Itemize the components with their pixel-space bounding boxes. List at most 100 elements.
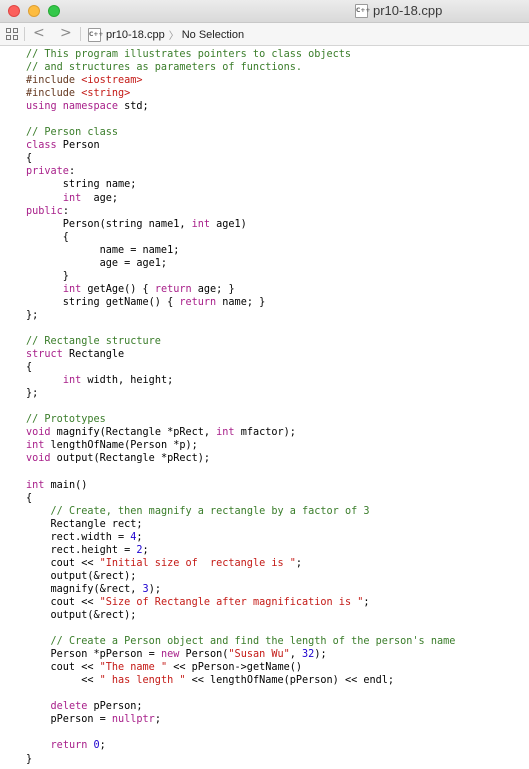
code-line[interactable] — [26, 322, 455, 335]
close-window-button[interactable] — [8, 5, 20, 17]
code-line[interactable]: #include <iostream> — [26, 74, 455, 87]
code-token: // Person class — [26, 127, 119, 139]
code-line[interactable]: delete pPerson; — [26, 700, 455, 713]
code-line[interactable]: // and structures as parameters of funct… — [26, 61, 455, 74]
code-token: }; — [26, 388, 39, 400]
code-line[interactable]: Person *pPerson = new Person("Susan Wu",… — [26, 648, 455, 661]
code-token: <string> — [81, 88, 131, 100]
code-line[interactable]: rect.width = 4; — [26, 531, 455, 544]
code-token: name = name1; — [26, 244, 180, 256]
code-line[interactable]: { — [26, 152, 455, 165]
related-items-grid-icon[interactable] — [6, 28, 18, 40]
code-line[interactable]: << " has length " << lengthOfName(pPerso… — [26, 674, 455, 687]
code-line[interactable] — [26, 466, 455, 479]
code-line[interactable]: magnify(&rect, 3); — [26, 583, 455, 596]
code-line[interactable]: int getAge() { return age; } — [26, 283, 455, 296]
code-line[interactable]: } — [26, 753, 455, 766]
code-line[interactable]: name = name1; — [26, 244, 455, 257]
toolbar-divider — [80, 27, 81, 41]
code-token: rect.width = — [26, 531, 131, 543]
forward-chevron-icon[interactable]: > — [60, 25, 72, 41]
code-token: pPerson; — [87, 701, 143, 713]
jump-bar: < > C++ pr10-18.cpp 〉 No Selection — [0, 23, 529, 46]
code-token: ; — [142, 544, 149, 556]
code-line[interactable] — [26, 113, 455, 126]
code-token: }; — [26, 309, 39, 321]
code-token: age = age1; — [26, 257, 168, 269]
code-line[interactable]: #include <string> — [26, 87, 455, 100]
code-line[interactable]: return 0; — [26, 739, 455, 752]
code-line[interactable]: Person(string name1, int age1) — [26, 218, 455, 231]
code-token: using namespace — [26, 101, 119, 113]
code-line[interactable]: }; — [26, 309, 455, 322]
code-token: name; } — [216, 296, 266, 308]
code-line[interactable]: { — [26, 231, 455, 244]
code-token: getAge() { — [81, 283, 155, 295]
code-token: output(&rect); — [26, 610, 137, 622]
code-token: cout << — [26, 596, 100, 608]
code-line[interactable]: Rectangle rect; — [26, 518, 455, 531]
code-line[interactable]: // This program illustrates pointers to … — [26, 48, 455, 61]
code-token: { — [26, 231, 69, 243]
back-chevron-icon[interactable]: < — [33, 25, 45, 41]
code-line[interactable]: cout << "Size of Rectangle after magnifi… — [26, 596, 455, 609]
code-line[interactable]: // Prototypes — [26, 413, 455, 426]
code-line[interactable]: string getName() { return name; } — [26, 296, 455, 309]
code-line[interactable]: }; — [26, 387, 455, 400]
code-line[interactable]: } — [26, 270, 455, 283]
code-token: int — [26, 440, 45, 452]
code-line[interactable]: int lengthOfName(Person *p); — [26, 439, 455, 452]
breadcrumb-file[interactable]: pr10-18.cpp — [106, 29, 165, 41]
code-token: { — [26, 362, 33, 374]
code-token: // Rectangle structure — [26, 336, 161, 348]
code-token: return — [50, 740, 88, 752]
code-editor[interactable]: // This program illustrates pointers to … — [26, 48, 455, 766]
code-token: void — [26, 427, 51, 439]
code-line[interactable]: void output(Rectangle *pRect); — [26, 452, 455, 465]
code-line[interactable]: int age; — [26, 192, 455, 205]
code-token: magnify(Rectangle *pRect, — [50, 427, 217, 439]
code-line[interactable]: // Create a Person object and find the l… — [26, 635, 456, 648]
code-token: "Susan Wu" — [228, 649, 290, 661]
code-token: "Size of Rectangle after magnification i… — [99, 596, 364, 608]
code-line[interactable]: int main() — [26, 479, 455, 492]
code-token: ; — [363, 596, 370, 608]
minimize-window-button[interactable] — [28, 5, 40, 17]
code-token: struct — [26, 349, 63, 361]
code-line[interactable]: // Rectangle structure — [26, 335, 455, 348]
code-line[interactable]: string name; — [26, 178, 455, 191]
code-line[interactable]: output(&rect); — [26, 570, 455, 583]
breadcrumb-selection[interactable]: No Selection — [182, 29, 244, 41]
code-line[interactable]: output(&rect); — [26, 609, 455, 622]
code-line[interactable]: public: — [26, 205, 455, 218]
zoom-window-button[interactable] — [48, 5, 60, 17]
code-line[interactable]: cout << "The name " << pPerson->getName(… — [26, 661, 455, 674]
code-line[interactable]: int width, height; — [26, 374, 455, 387]
code-line[interactable]: cout << "Initial size of rectangle is "; — [26, 557, 455, 570]
code-line[interactable]: age = age1; — [26, 257, 455, 270]
code-line[interactable] — [26, 400, 455, 413]
code-line[interactable]: { — [26, 361, 455, 374]
code-token: { — [26, 153, 33, 165]
code-line[interactable]: pPerson = nullptr; — [26, 713, 455, 726]
code-token: cout << — [26, 557, 100, 569]
code-line[interactable] — [26, 726, 455, 739]
code-line[interactable] — [26, 622, 455, 635]
code-line[interactable]: { — [26, 492, 455, 505]
code-line[interactable]: using namespace std; — [26, 100, 455, 113]
code-line[interactable]: rect.height = 2; — [26, 544, 455, 557]
code-line[interactable]: class Person — [26, 139, 455, 152]
code-line[interactable]: // Person class — [26, 126, 455, 139]
code-line[interactable]: // Create, then magnify a rectangle by a… — [26, 505, 455, 518]
code-token: Person — [56, 140, 100, 152]
code-line[interactable]: private: — [26, 165, 455, 178]
code-token: cout << — [26, 662, 100, 674]
code-line[interactable]: void magnify(Rectangle *pRect, int mfact… — [26, 426, 455, 439]
code-line[interactable] — [26, 687, 455, 700]
code-token: // and structures as parameters of funct… — [26, 62, 303, 74]
code-line[interactable]: struct Rectangle — [26, 348, 455, 361]
